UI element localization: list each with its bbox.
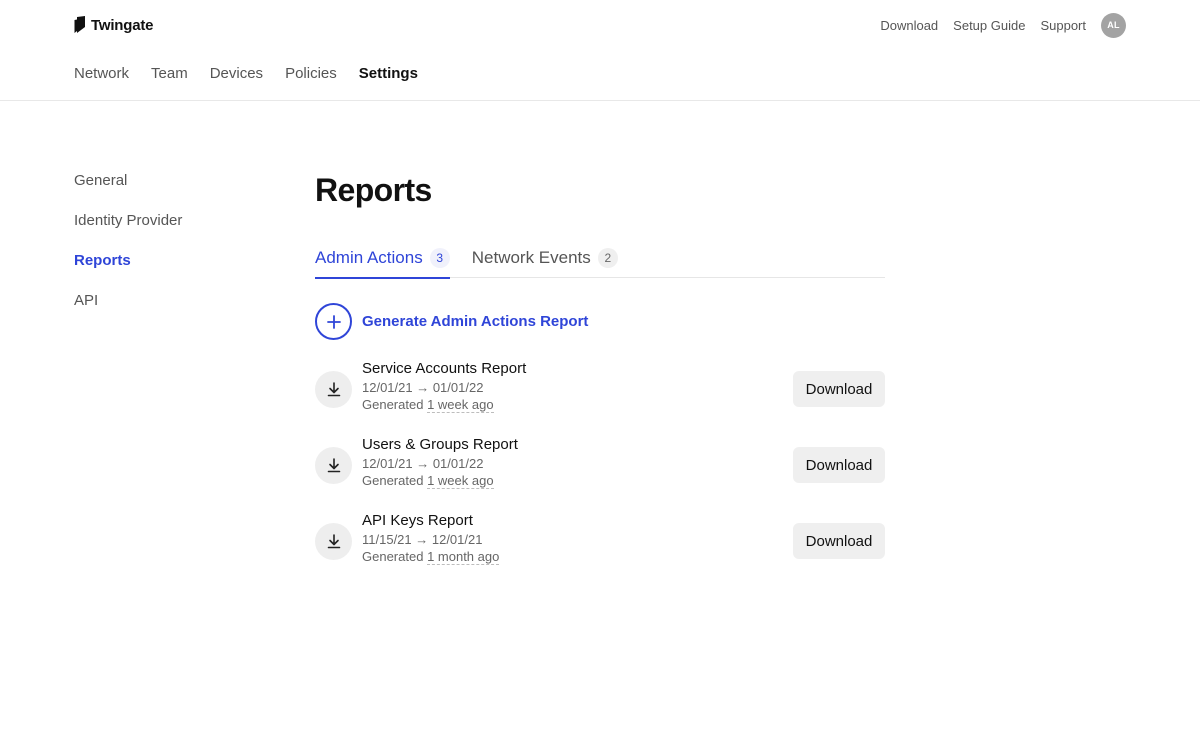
list-item: Service Accounts Report 12/01/21 → 01/01… (315, 359, 885, 435)
nav-item-policies[interactable]: Policies (285, 65, 337, 82)
generate-report-label: Generate Admin Actions Report (362, 313, 589, 330)
brand-logo[interactable]: Twingate (74, 15, 153, 35)
report-name: API Keys Report (362, 512, 473, 529)
report-generated: Generated 1 week ago (362, 472, 518, 489)
nav-item-settings[interactable]: Settings (359, 65, 418, 82)
sidebar-item-reports[interactable]: Reports (74, 251, 182, 271)
generated-prefix: Generated (362, 473, 424, 488)
download-button[interactable]: Download (793, 447, 885, 483)
download-icon (315, 447, 352, 484)
tab-label: Admin Actions (315, 248, 423, 267)
nav-item-team[interactable]: Team (151, 65, 188, 82)
brand-name: Twingate (91, 16, 154, 34)
generated-prefix: Generated (362, 549, 424, 564)
download-icon (315, 371, 352, 408)
main-nav: Network Team Devices Policies Settings (74, 62, 440, 84)
sidebar-item-general[interactable]: General (74, 171, 182, 191)
top-links: Download Setup Guide Support AL (865, 12, 1126, 38)
report-name: Service Accounts Report (362, 360, 527, 377)
settings-sidebar: General Identity Provider Reports API (74, 171, 182, 331)
generate-report-button[interactable]: Generate Admin Actions Report (315, 303, 588, 340)
report-generated: Generated 1 month ago (362, 548, 500, 565)
top-header: Twingate Download Setup Guide Support AL… (0, 0, 1200, 101)
report-date-range: 12/01/21 → 01/01/22 (362, 456, 484, 471)
report-list: Service Accounts Report 12/01/21 → 01/01… (315, 359, 885, 587)
support-link[interactable]: Support (1040, 18, 1086, 33)
report-info: API Keys Report 11/15/21 → 12/01/21 Gene… (362, 511, 500, 565)
generated-ago: 1 week ago (427, 473, 494, 489)
generated-prefix: Generated (362, 397, 424, 412)
generated-ago: 1 month ago (427, 549, 500, 565)
report-date-range: 11/15/21 → 12/01/21 (362, 532, 483, 547)
avatar[interactable]: AL (1101, 12, 1126, 38)
tab-network-events[interactable]: Network Events 2 (472, 238, 618, 278)
report-name: Users & Groups Report (362, 436, 518, 453)
tab-count-badge: 2 (597, 248, 618, 268)
list-item: Users & Groups Report 12/01/21 → 01/01/2… (315, 435, 885, 511)
report-tabs: Admin Actions 3 Network Events 2 (315, 238, 885, 279)
page-title: Reports (315, 172, 432, 208)
list-item: API Keys Report 11/15/21 → 12/01/21 Gene… (315, 511, 885, 587)
download-icon (315, 523, 352, 560)
setup-guide-link[interactable]: Setup Guide (953, 18, 1025, 33)
sidebar-item-identity-provider[interactable]: Identity Provider (74, 211, 182, 231)
nav-item-devices[interactable]: Devices (210, 65, 263, 82)
download-button[interactable]: Download (793, 371, 885, 407)
tab-count-badge: 3 (429, 248, 450, 268)
generated-ago: 1 week ago (427, 397, 494, 413)
report-info: Service Accounts Report 12/01/21 → 01/01… (362, 359, 526, 413)
plus-icon (315, 303, 352, 340)
nav-item-network[interactable]: Network (74, 65, 129, 82)
reports-content: Reports Admin Actions 3 Network Events 2… (315, 170, 885, 565)
tab-admin-actions[interactable]: Admin Actions 3 (315, 238, 450, 279)
report-generated: Generated 1 week ago (362, 396, 526, 413)
sidebar-item-api[interactable]: API (74, 291, 182, 311)
tab-label: Network Events (471, 248, 591, 267)
report-date-range: 12/01/21 → 01/01/22 (362, 380, 484, 395)
download-button[interactable]: Download (793, 523, 885, 559)
report-info: Users & Groups Report 12/01/21 → 01/01/2… (362, 435, 518, 489)
download-link[interactable]: Download (880, 18, 938, 33)
twingate-logo-icon (74, 16, 85, 33)
